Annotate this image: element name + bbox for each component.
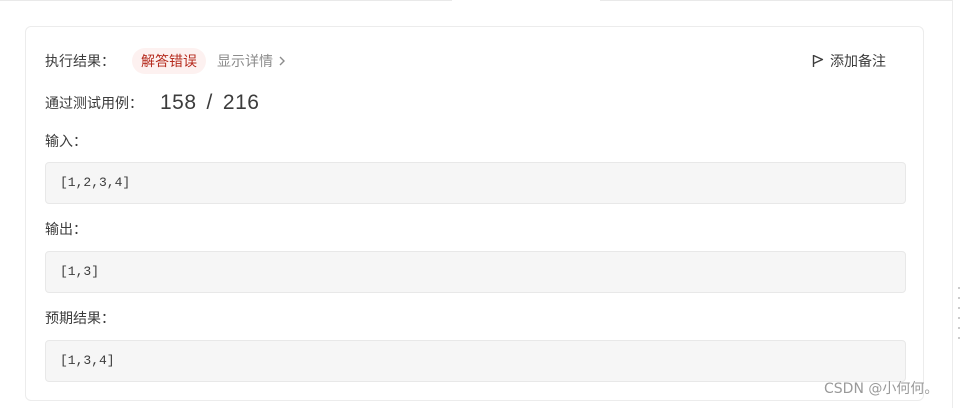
expected-label: 预期结果： xyxy=(45,310,115,326)
result-row: 执行结果： 解答错误 显示详情 xyxy=(45,47,286,75)
add-note-button[interactable]: 添加备注 xyxy=(812,49,886,73)
panel-border xyxy=(952,0,953,408)
expected-box: [1,3,4] xyxy=(45,340,906,382)
drag-handle[interactable] xyxy=(957,287,961,339)
test-cases-label: 通过测试用例： xyxy=(45,95,143,111)
test-cases-count: 158 / 216 xyxy=(160,91,259,115)
input-label: 输入： xyxy=(45,133,87,149)
chevron-right-icon xyxy=(279,56,285,66)
top-divider xyxy=(0,0,452,1)
total-count: 216 xyxy=(222,91,260,114)
top-divider xyxy=(600,0,952,1)
watermark: CSDN @小何何。 xyxy=(824,381,939,397)
test-cases-row: 通过测试用例： 158 / 216 xyxy=(45,89,259,117)
flag-icon xyxy=(812,54,824,67)
passed-count: 158 xyxy=(160,91,197,114)
status-badge: 解答错误 xyxy=(132,48,206,74)
count-separator: / xyxy=(206,91,213,114)
result-label: 执行结果： xyxy=(45,53,115,69)
input-box: [1,2,3,4] xyxy=(45,162,906,204)
output-label: 输出： xyxy=(45,221,87,237)
show-details-link[interactable]: 显示详情 xyxy=(217,51,286,71)
output-box: [1,3] xyxy=(45,251,906,293)
show-details-label: 显示详情 xyxy=(217,53,273,69)
add-note-label: 添加备注 xyxy=(830,53,886,69)
result-card: 执行结果： 解答错误 显示详情 添加备注 通过测试用例： 158 / 216 输… xyxy=(25,26,924,401)
